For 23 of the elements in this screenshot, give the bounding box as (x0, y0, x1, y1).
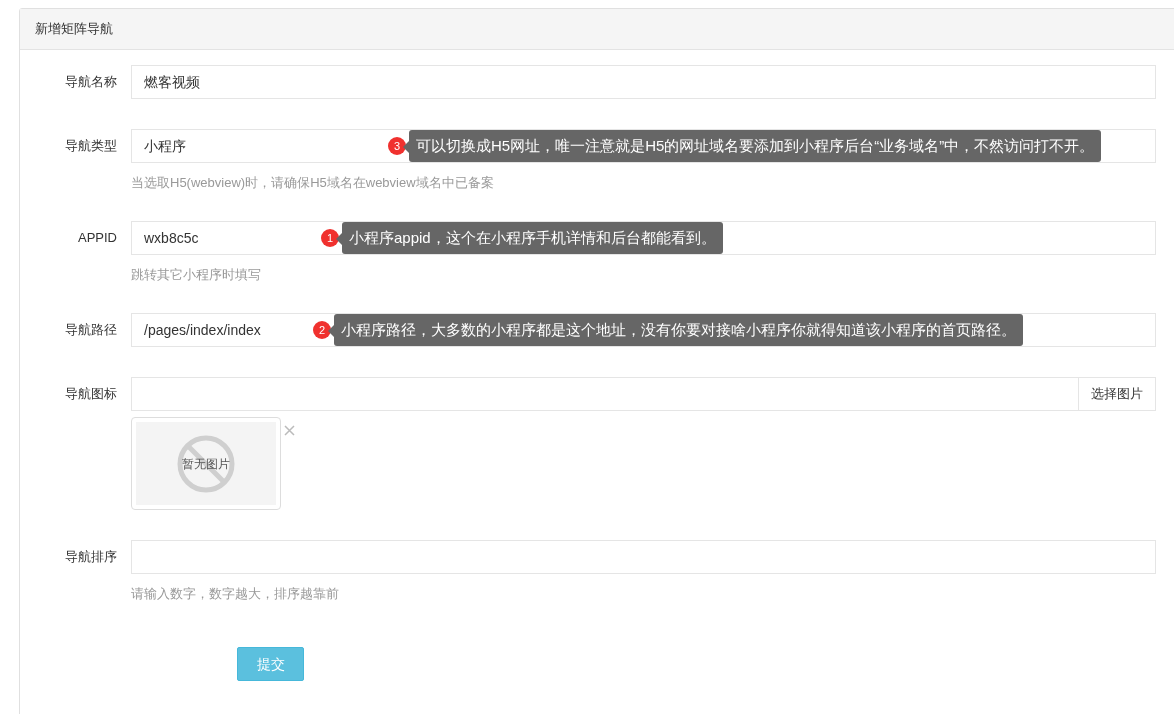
field-label: 导航图标 (65, 385, 117, 404)
no-image-icon (177, 434, 235, 493)
tooltip-pointer (328, 325, 334, 337)
help-text: 请输入数字，数字越大，排序越靠前 (131, 585, 339, 604)
number-badge: 3 (388, 137, 406, 155)
number-badge: 2 (313, 321, 331, 339)
choose-image-button[interactable]: 选择图片 (1079, 377, 1156, 411)
input-field[interactable] (131, 540, 1156, 574)
tooltip-pointer (403, 141, 409, 153)
no-image-text: 暂无图片 (182, 455, 230, 473)
input-field[interactable] (131, 377, 1079, 411)
help-text: 当选取H5(webview)时，请确保H5域名在webview域名中已备案 (131, 174, 494, 193)
close-icon[interactable] (284, 425, 295, 436)
field-label: 导航类型 (65, 137, 117, 156)
field-label: 导航排序 (65, 548, 117, 567)
help-text: 跳转其它小程序时填写 (131, 266, 261, 285)
input-field[interactable]: 燃客视频 (131, 65, 1156, 99)
number-badge: 1 (321, 229, 339, 247)
field-label: 导航路径 (65, 321, 117, 340)
tooltip-pointer (336, 233, 342, 245)
panel-title: 新增矩阵导航 (35, 20, 113, 39)
field-label: APPID (78, 229, 117, 248)
field-label: 导航名称 (65, 73, 117, 92)
